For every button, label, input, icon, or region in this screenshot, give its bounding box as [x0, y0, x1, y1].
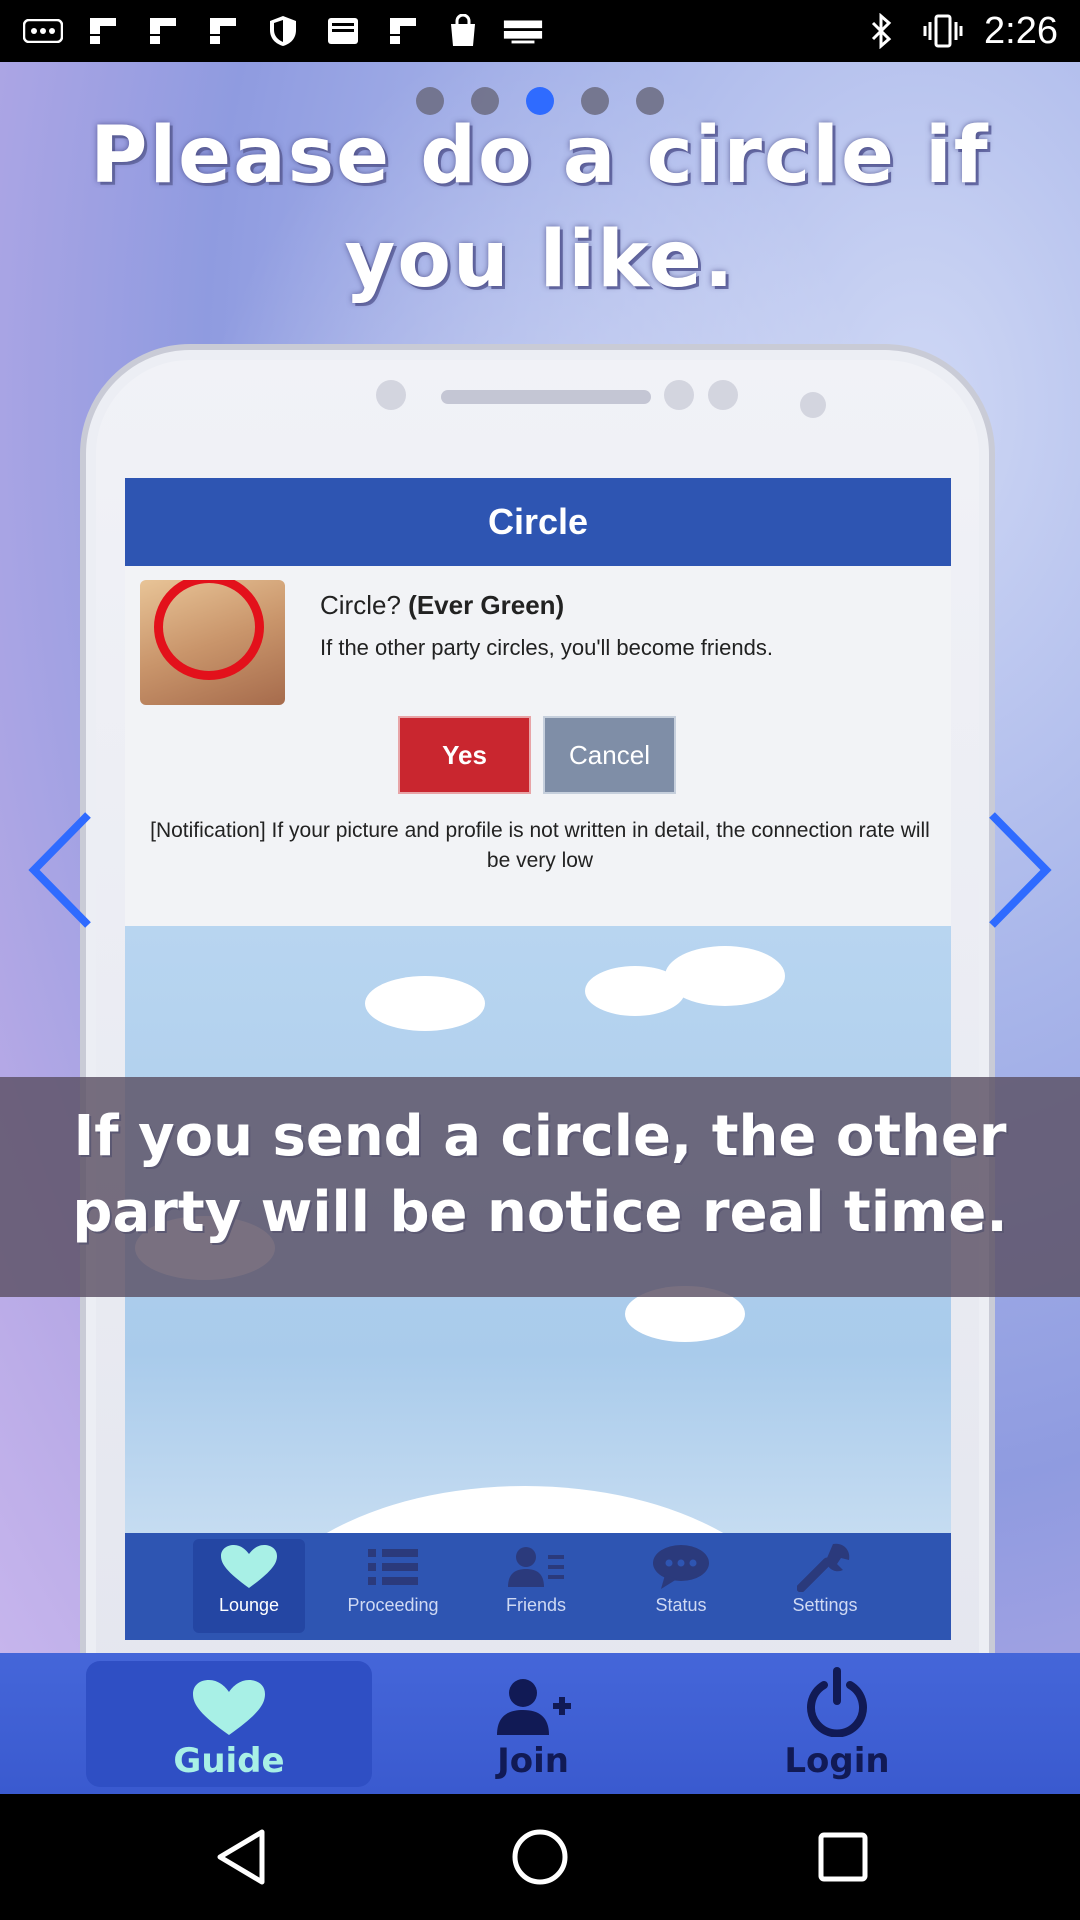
caption-banner: If you send a circle, the other party wi… [0, 1077, 1080, 1297]
circle-dialog: Circle? (Ever Green) If the other party … [125, 566, 951, 926]
dialog-body: If the other party circles, you'll becom… [320, 635, 773, 660]
tab-label: Guide [173, 1741, 285, 1781]
mock-tab-label: Friends [505, 1595, 567, 1615]
page-indicator [0, 87, 1080, 115]
phone-sensor [664, 380, 694, 410]
mock-screen: Circle Circle? (Ever Green) If the other… [125, 478, 951, 1640]
bottom-tab-bar: Guide Join Login [0, 1653, 1080, 1794]
profile-photo [140, 580, 285, 705]
back-icon [217, 1829, 265, 1885]
back-button[interactable] [206, 1822, 276, 1892]
mock-tab-label: Proceeding [347, 1595, 439, 1615]
page-dot[interactable] [416, 87, 444, 115]
cloud [365, 976, 485, 1031]
shopping-bag-icon [442, 13, 484, 49]
flipboard-icon [382, 13, 424, 49]
vibrate-icon [922, 13, 964, 49]
home-icon [512, 1829, 568, 1885]
flipboard-icon [142, 13, 184, 49]
chevron-left-icon [28, 812, 91, 928]
dialog-name: (Ever Green) [408, 590, 565, 620]
phone-camera [376, 380, 406, 410]
tab-label: Login [784, 1741, 890, 1781]
phone-speaker [441, 390, 651, 404]
tab-login[interactable]: Login [694, 1661, 980, 1787]
power-icon [694, 1661, 980, 1737]
cancel-button: Cancel [543, 716, 676, 794]
mock-tab-proceeding: Proceeding [337, 1539, 449, 1633]
heart-icon [86, 1661, 372, 1737]
mock-tab-status: Status [625, 1539, 737, 1633]
espn-dallas-icon [502, 13, 544, 49]
mock-tab-bar: Lounge Proceeding Friends Status Setting… [125, 1533, 951, 1640]
circle-mark-icon [154, 580, 264, 680]
phone-sensor [800, 392, 826, 418]
page-dot[interactable] [636, 87, 664, 115]
tab-label: Join [497, 1741, 569, 1781]
flipboard-icon [82, 13, 124, 49]
page-dot[interactable] [581, 87, 609, 115]
page-dot-active[interactable] [526, 87, 554, 115]
chevron-right-icon [989, 812, 1052, 928]
clock: 2:26 [984, 9, 1058, 52]
dialog-title: Circle? (Ever Green) [320, 590, 564, 621]
flipboard-icon [202, 13, 244, 49]
caption-text: If you send a circle, the other party wi… [72, 1104, 1008, 1245]
phone-sensor [708, 380, 738, 410]
home-button[interactable] [505, 1822, 575, 1892]
status-right: 2:26 [860, 8, 1058, 54]
mock-tab-label: Lounge [218, 1595, 280, 1615]
wrench-icon [769, 1539, 881, 1595]
notification-icons [22, 10, 544, 52]
system-nav-bar [0, 1794, 1080, 1920]
tutorial-pager[interactable]: Circle Circle? (Ever Green) If the other… [0, 62, 1080, 1794]
tab-join[interactable]: Join [390, 1661, 676, 1787]
inbox-icon [322, 13, 364, 49]
cloud [585, 966, 685, 1016]
bluetooth-icon [860, 13, 902, 49]
yes-button: Yes [398, 716, 531, 794]
recents-button[interactable] [808, 1822, 878, 1892]
previous-button[interactable] [16, 800, 106, 940]
mock-tab-settings: Settings [769, 1539, 881, 1633]
heart-icon [193, 1539, 305, 1595]
list-icon [337, 1539, 449, 1595]
mock-tab-label: Settings [792, 1595, 858, 1615]
shield-icon [262, 13, 304, 49]
mock-tab-friends: Friends [480, 1539, 592, 1633]
recents-icon [818, 1832, 868, 1882]
status-bar: 2:26 [0, 0, 1080, 62]
mock-tab-label: Status [655, 1595, 707, 1615]
tab-guide[interactable]: Guide [86, 1661, 372, 1787]
chat-bubble-icon [625, 1539, 737, 1595]
mock-screen-title: Circle [125, 478, 951, 566]
dialog-note: [Notification] If your picture and profi… [150, 819, 930, 872]
headline: Please do a circle if you like. [90, 111, 990, 305]
add-user-icon [390, 1661, 676, 1737]
next-button[interactable] [974, 800, 1064, 940]
dialog-question: Circle? [320, 590, 401, 620]
more-icon [22, 13, 64, 49]
page-dot[interactable] [471, 87, 499, 115]
mock-tab-lounge: Lounge [193, 1539, 305, 1633]
friends-icon [480, 1539, 592, 1595]
